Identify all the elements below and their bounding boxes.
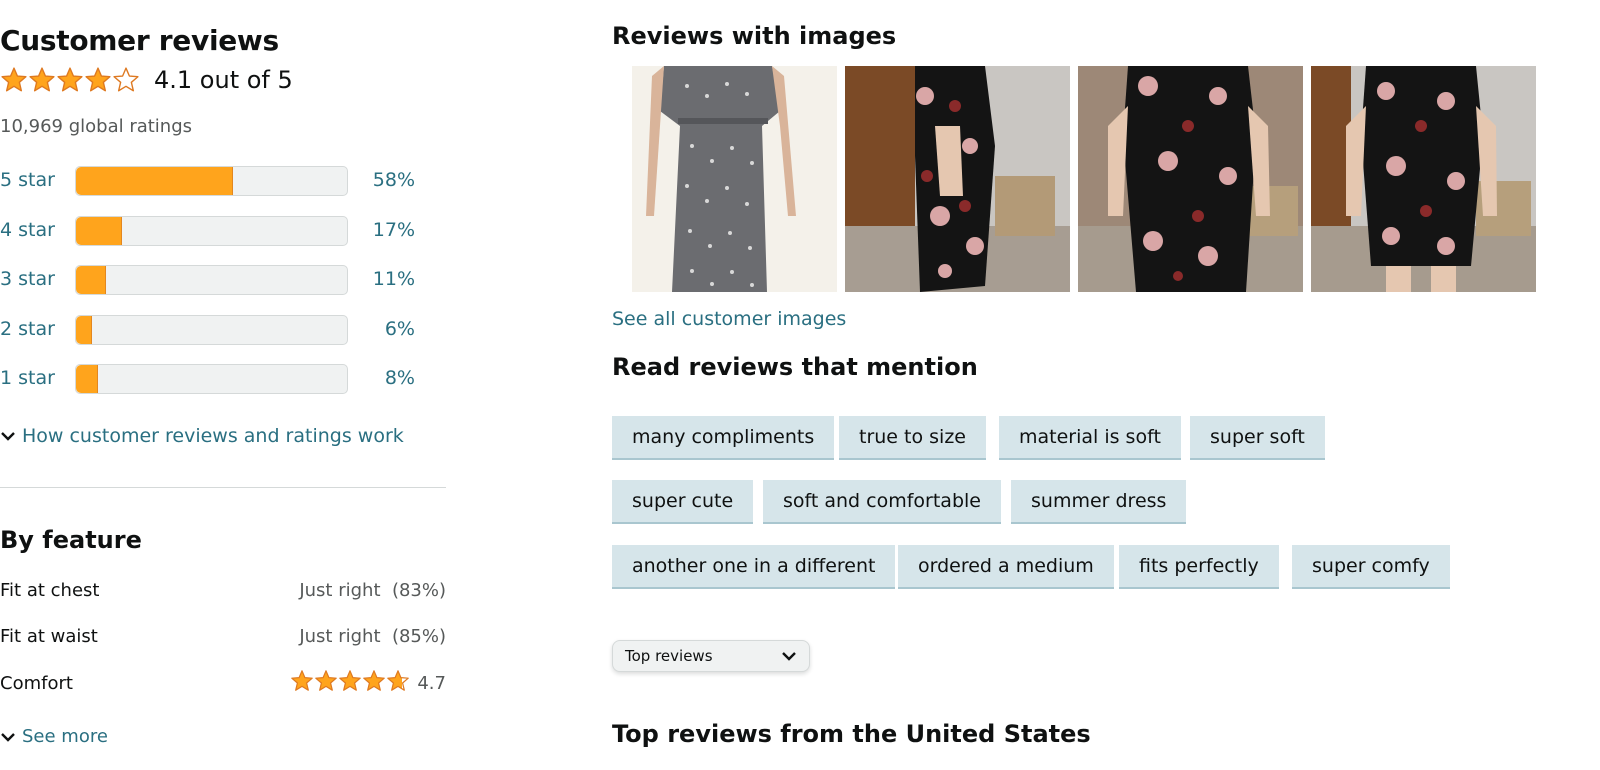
mention-chip[interactable]: true to size [839,416,986,460]
floral-dress-photo-3 [1311,66,1536,292]
histogram-row-3-star[interactable]: 3 star 11% [0,265,450,295]
star-icon [29,67,55,92]
histogram-row-1-star[interactable]: 1 star 8% [0,364,450,394]
customer-image-2[interactable] [845,66,1070,292]
how-reviews-work-link[interactable]: How customer reviews and ratings work [0,425,404,447]
histogram-bar [75,166,348,196]
global-ratings-count: 10,969 global ratings [0,116,193,137]
histogram-star-label: 4 star [0,218,55,241]
histogram-row-5-star[interactable]: 5 star 58% [0,166,450,196]
mention-chip[interactable]: super soft [1190,416,1325,460]
histogram-percent: 8% [384,367,415,389]
feature-name: Comfort [0,673,73,694]
mention-chip[interactable]: summer dress [1011,480,1187,524]
chevron-down-icon [1,432,15,441]
see-more-features-link[interactable]: See more [0,726,108,747]
read-reviews-mention-title: Read reviews that mention [612,353,978,381]
mention-chip[interactable]: ordered a medium [898,545,1114,589]
feature-name: Fit at chest [0,580,100,601]
chevron-down-icon [782,652,796,661]
reviews-with-images-title: Reviews with images [612,22,897,50]
section-divider [0,487,446,488]
histogram-star-label: 1 star [0,367,55,389]
customer-image-3[interactable] [1078,66,1303,292]
histogram-row-2-star[interactable]: 2 star 6% [0,314,450,345]
mention-chip[interactable]: super comfy [1292,545,1450,589]
histogram-bar-fill [76,216,123,245]
comfort-rating-stars [290,669,410,693]
feature-row-fit-waist: Fit at waist Just right (85%) [0,622,446,650]
histogram-star-label: 3 star [0,268,55,290]
mention-chip[interactable]: super cute [612,480,754,524]
gray-dress-photo [612,66,837,292]
floral-dress-photo-2 [1078,66,1303,292]
histogram-bar [75,314,348,345]
star-icon [57,67,83,92]
customer-image-4[interactable] [1311,66,1536,292]
customer-image-1[interactable] [612,66,837,292]
histogram-percent: 17% [372,218,415,241]
star-icon [85,67,111,92]
chevron-down-icon [1,732,15,742]
star-icon [387,670,409,691]
mention-chip[interactable]: soft and comfortable [763,480,1001,524]
star-icon [363,670,385,691]
histogram-percent: 6% [384,317,415,340]
feature-row-fit-chest: Fit at chest Just right (83%) [0,576,446,604]
mention-chip[interactable]: fits perfectly [1119,545,1279,589]
feature-value: Just right (83%) [299,580,446,601]
histogram-bar-fill [76,365,98,393]
sort-selected-value: Top reviews [625,647,713,665]
average-rating-row[interactable]: 4.1 out of 5 [0,66,293,94]
mention-chip[interactable]: material is soft [999,416,1181,460]
histogram-star-label: 5 star [0,169,55,191]
customer-reviews-title: Customer reviews [0,24,279,57]
feature-name: Fit at waist [0,626,98,647]
star-icon [339,670,361,691]
feature-row-comfort: Comfort 4.7 [0,669,446,697]
how-reviews-work-label: How customer reviews and ratings work [22,425,404,447]
floral-dress-photo-1 [845,66,1070,292]
sort-reviews-dropdown[interactable]: Top reviews [612,640,810,672]
star-icon [1,67,27,92]
histogram-bar [75,215,348,246]
customer-images-strip [612,66,1536,292]
histogram-bar [75,265,348,295]
rating-stars [0,66,140,94]
histogram-percent: 58% [372,169,415,191]
mention-chip[interactable]: another one in a different [612,545,896,589]
comfort-rating-value: 4.7 [417,673,446,694]
histogram-bar-fill [76,167,234,195]
star-icon [291,670,313,691]
histogram-bar-fill [76,315,93,344]
histogram-bar-fill [76,266,106,294]
see-all-customer-images-link[interactable]: See all customer images [612,308,846,330]
mention-chip[interactable]: many compliments [612,416,835,460]
histogram-bar [75,364,348,394]
histogram-percent: 11% [372,268,415,290]
see-more-label: See more [22,726,108,747]
histogram-row-4-star[interactable]: 4 star 17% [0,215,450,246]
feature-value: Just right (85%) [299,626,446,647]
histogram-star-label: 2 star [0,317,55,340]
star-icon [315,670,337,691]
star-icon [113,67,139,92]
top-reviews-us-title: Top reviews from the United States [612,720,1091,748]
by-feature-title: By feature [0,526,142,554]
average-rating-text: 4.1 out of 5 [154,66,293,94]
